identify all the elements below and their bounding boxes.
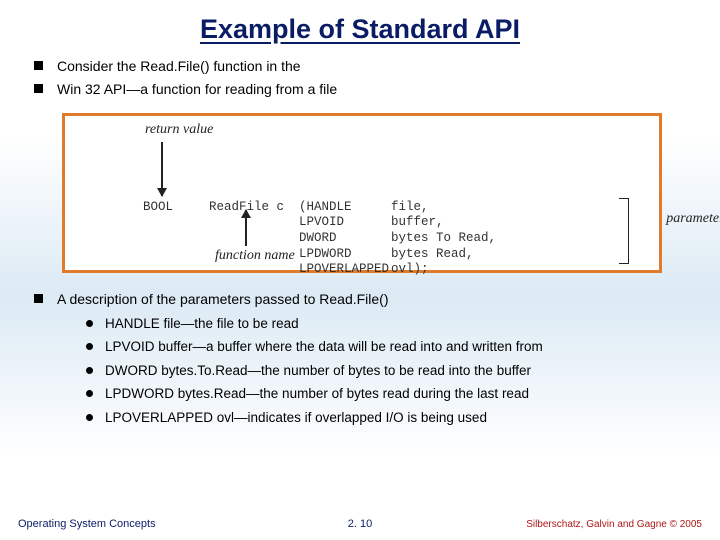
parameters-label: parameters (666, 211, 720, 227)
footer-right: Silberschatz, Galvin and Gagne © 2005 (526, 519, 702, 530)
api-diagram: return value BOOLReadFile c (HANDLEfile,… (62, 113, 662, 273)
param-name: file, (391, 200, 429, 214)
bracket-icon (619, 198, 629, 264)
slide-content: Consider the Read.File() function in the… (0, 45, 720, 426)
bullet-item: Win 32 API—a function for reading from a… (34, 80, 686, 99)
square-bullet-icon (34, 61, 43, 70)
param-type: (HANDLE (299, 200, 391, 216)
figure-wrapper: return value BOOLReadFile c (HANDLEfile,… (34, 103, 662, 279)
list-item: LPDWORD bytes.Read—the number of bytes r… (86, 385, 686, 403)
dot-bullet-icon (86, 343, 93, 350)
code-signature: BOOLReadFile c (HANDLEfile, LPVOIDbuffer… (143, 200, 496, 278)
sub-bullet-text: LPOVERLAPPED ovl—indicates if overlapped… (105, 409, 487, 427)
param-name: buffer, (391, 215, 444, 229)
param-name: bytes To Read, (391, 231, 496, 245)
bullet-text: Consider the Read.File() function in the (57, 57, 301, 76)
footer-page-number: 2. 10 (348, 518, 372, 530)
dot-bullet-icon (86, 414, 93, 421)
bullet-text: Win 32 API—a function for reading from a… (57, 80, 337, 99)
list-item: HANDLE file—the file to be read (86, 315, 686, 333)
sub-bullet-text: LPDWORD bytes.Read—the number of bytes r… (105, 385, 529, 403)
slide-title: Example of Standard API (0, 0, 720, 45)
bullet-item: Consider the Read.File() function in the (34, 57, 686, 76)
footer-left: Operating System Concepts (18, 518, 156, 530)
param-type: LPDWORD (299, 247, 391, 263)
sub-bullet-text: HANDLE file—the file to be read (105, 315, 299, 333)
param-type: LPVOID (299, 215, 391, 231)
parameter-list: HANDLE file—the file to be read LPVOID b… (86, 315, 686, 427)
param-type: DWORD (299, 231, 391, 247)
square-bullet-icon (34, 294, 43, 303)
return-value-label: return value (145, 122, 213, 138)
list-item: DWORD bytes.To.Read—the number of bytes … (86, 362, 686, 380)
param-type: LPOVERLAPPED (299, 262, 391, 278)
return-type: BOOL (143, 200, 209, 216)
param-name: ovl); (391, 262, 429, 276)
slide-footer: Operating System Concepts 2. 10 Silbersc… (0, 518, 720, 530)
arrow-up-icon (245, 210, 247, 246)
dot-bullet-icon (86, 390, 93, 397)
sub-bullet-text: LPVOID buffer—a buffer where the data wi… (105, 338, 543, 356)
arrow-down-icon (161, 142, 163, 196)
function-name-label: function name (215, 248, 295, 264)
bullet-item: A description of the parameters passed t… (34, 290, 686, 309)
sub-bullet-text: DWORD bytes.To.Read—the number of bytes … (105, 362, 531, 380)
dot-bullet-icon (86, 320, 93, 327)
list-item: LPVOID buffer—a buffer where the data wi… (86, 338, 686, 356)
square-bullet-icon (34, 84, 43, 93)
bullet-text: A description of the parameters passed t… (57, 290, 389, 309)
list-item: LPOVERLAPPED ovl—indicates if overlapped… (86, 409, 686, 427)
param-name: bytes Read, (391, 247, 474, 261)
dot-bullet-icon (86, 367, 93, 374)
